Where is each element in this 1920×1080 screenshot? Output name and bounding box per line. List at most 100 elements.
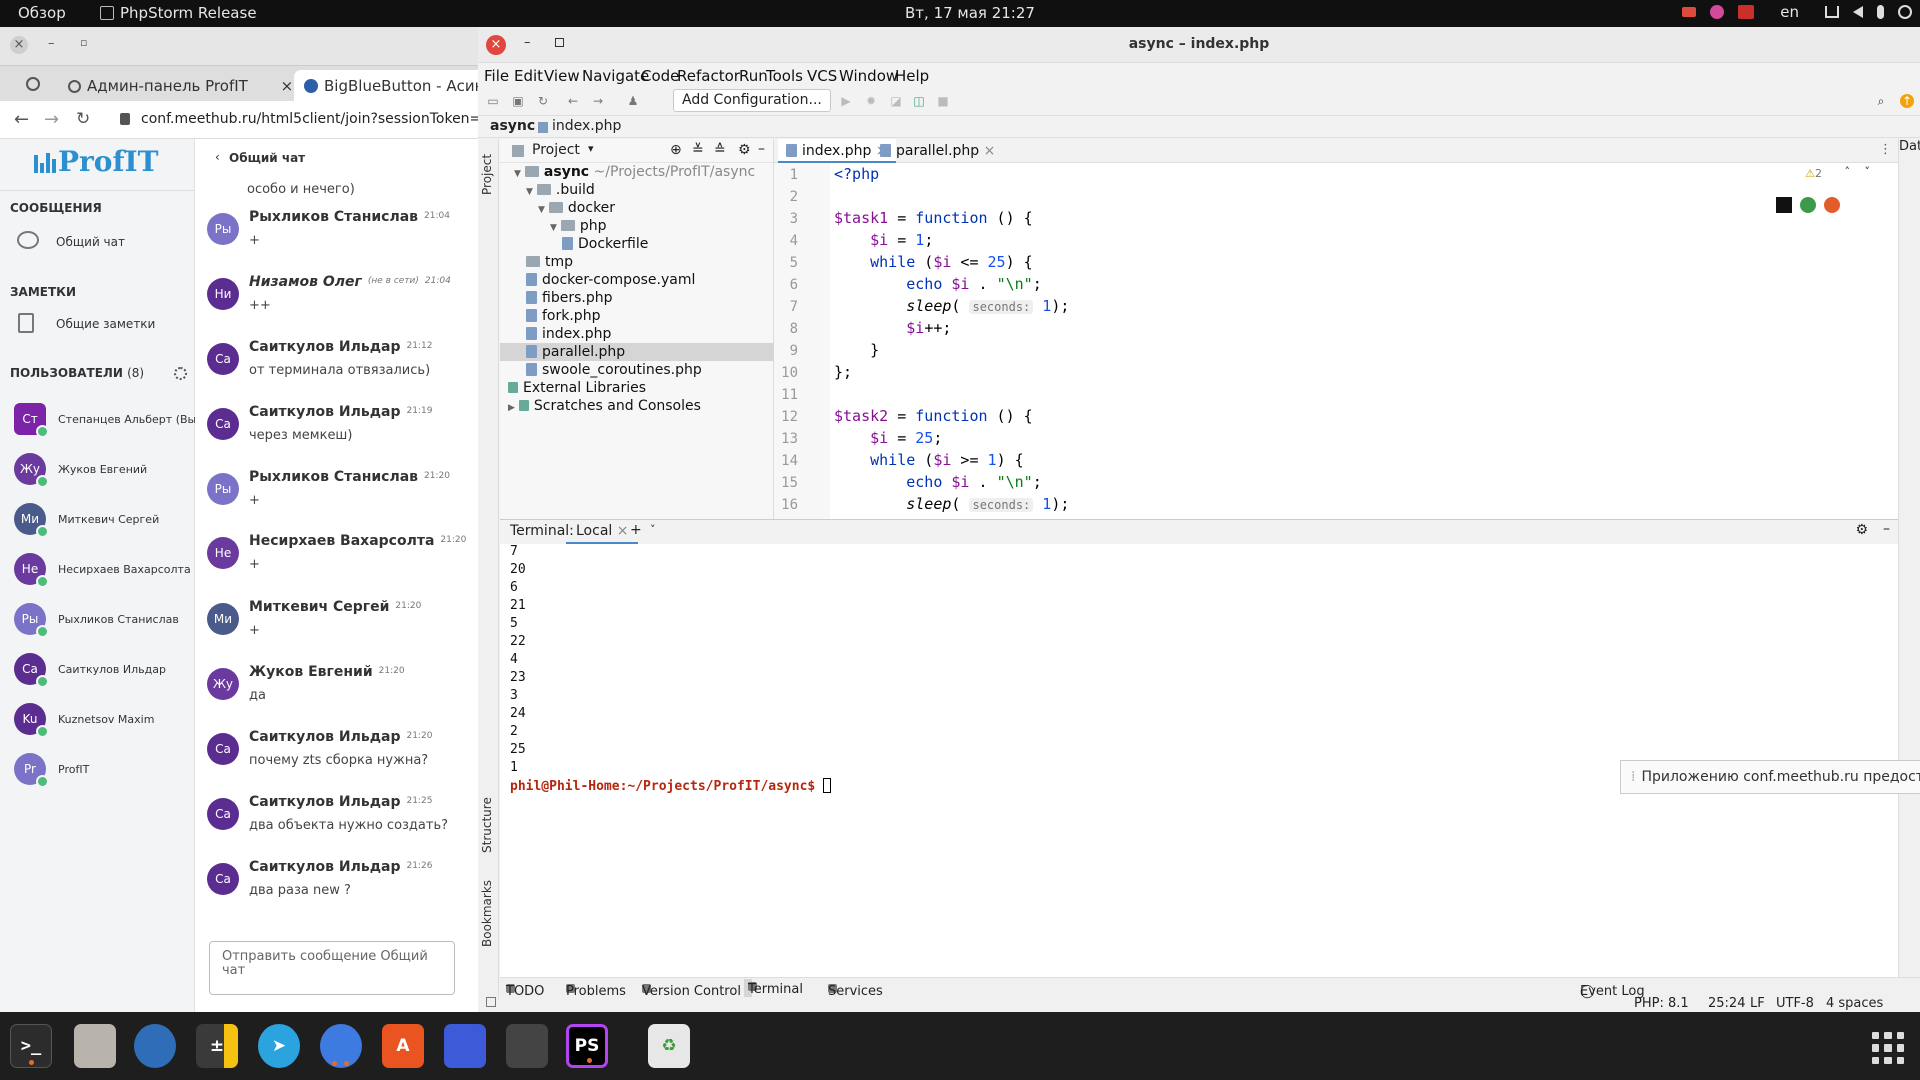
- url-field[interactable]: conf.meethub.ru/html5client/join?session…: [141, 111, 478, 127]
- terminal-app-icon[interactable]: >_: [10, 1024, 52, 1068]
- run-icon[interactable]: ▶: [839, 94, 853, 108]
- updates-icon[interactable]: ↑: [1900, 94, 1914, 108]
- chevron-down-icon[interactable]: ▼: [550, 223, 557, 233]
- tree-node[interactable]: docker-compose.yaml: [500, 271, 774, 289]
- tree-node[interactable]: swoole_coroutines.php: [500, 361, 774, 379]
- user-list-item[interactable]: Са Саиткулов Ильдар: [14, 653, 194, 689]
- coverage-icon[interactable]: ◪: [889, 94, 903, 108]
- database-tool-button[interactable]: Database: [1899, 139, 1920, 154]
- phpstorm-preview-icon[interactable]: [1776, 197, 1792, 213]
- menu-vcs[interactable]: VCS: [807, 67, 837, 85]
- status-square-icon[interactable]: [486, 997, 496, 1007]
- chevron-down-icon[interactable]: ˅: [650, 523, 656, 536]
- user-list-item[interactable]: Ры Рыхликов Станислав: [14, 603, 194, 639]
- file-encoding[interactable]: UTF-8: [1776, 996, 1814, 1011]
- code-area[interactable]: <?php $task1 = function () { $i = 1; whi…: [834, 163, 1894, 519]
- chromium-app-icon[interactable]: [320, 1024, 362, 1068]
- menu-file[interactable]: File: [484, 67, 509, 85]
- screencast-icon[interactable]: [1738, 5, 1755, 19]
- chevron-left-icon[interactable]: ‹: [215, 150, 220, 164]
- trash-icon[interactable]: ♻: [648, 1024, 690, 1068]
- chevron-right-icon[interactable]: ▶: [508, 403, 515, 413]
- terminal-tab-local[interactable]: Local ×: [566, 520, 639, 544]
- bookmarks-tool-button[interactable]: Bookmarks: [480, 880, 494, 947]
- menu-window[interactable]: Window: [839, 67, 898, 85]
- clock[interactable]: Вт, 17 мая 21:27: [905, 4, 1035, 22]
- collapse-all-icon[interactable]: ≙: [714, 142, 726, 158]
- tree-node[interactable]: fork.php: [500, 307, 774, 325]
- locate-icon[interactable]: ⊕: [670, 142, 682, 158]
- browser-tab-bigbluebutton[interactable]: BigBlueButton - Асин: [294, 70, 478, 102]
- hide-panel-icon[interactable]: –: [758, 141, 765, 157]
- tree-node[interactable]: ▼ .build: [500, 181, 774, 199]
- chevron-down-icon[interactable]: ▼: [514, 169, 521, 179]
- language-indicator[interactable]: en: [1780, 3, 1799, 21]
- activities-button[interactable]: Обзор: [18, 4, 66, 22]
- stop-icon[interactable]: ■: [936, 94, 950, 108]
- minimize-window-icon[interactable]: –: [48, 36, 55, 51]
- menu-code[interactable]: Code: [641, 67, 679, 85]
- sync-icon[interactable]: ↻: [536, 94, 550, 108]
- project-view-label[interactable]: Project: [532, 142, 580, 158]
- user-list-item[interactable]: Pr ProfIT: [14, 753, 194, 789]
- network-icon[interactable]: [1825, 6, 1839, 18]
- browser-tab-admin[interactable]: Админ-панель ProfIT ×: [58, 70, 303, 102]
- tree-node[interactable]: ▼ docker: [500, 199, 774, 217]
- menu-view[interactable]: View: [544, 67, 580, 85]
- show-apps-icon[interactable]: [1872, 1032, 1904, 1064]
- tree-node[interactable]: ▼ async ~/Projects/ProfIT/async: [500, 163, 774, 181]
- menu-edit[interactable]: Edit: [514, 67, 543, 85]
- firefox-preview-icon[interactable]: [1824, 197, 1840, 213]
- tree-node[interactable]: parallel.php: [500, 343, 774, 361]
- profile-icon[interactable]: ◫: [912, 94, 926, 108]
- project-tool-button[interactable]: Project: [480, 154, 494, 195]
- nav-back-icon[interactable]: ←: [566, 94, 580, 108]
- notification-balloon[interactable]: ⁞ Приложению conf.meethub.ru предостав: [1620, 760, 1920, 794]
- telegram-app-icon[interactable]: ➤: [258, 1024, 300, 1068]
- chrome-preview-icon[interactable]: [1800, 197, 1816, 213]
- php-version[interactable]: PHP: 8.1: [1634, 996, 1689, 1011]
- calculator-app-icon[interactable]: ±: [196, 1024, 238, 1068]
- chevron-down-icon[interactable]: ▼: [526, 187, 533, 197]
- menu-help[interactable]: Help: [895, 67, 929, 85]
- user-list-item[interactable]: Ku Kuznetsov Maxim: [14, 703, 194, 739]
- lock-icon[interactable]: [120, 113, 130, 125]
- gear-icon[interactable]: ⚙: [1855, 522, 1868, 538]
- indent-setting[interactable]: 4 spaces: [1826, 996, 1883, 1011]
- add-configuration-button[interactable]: Add Configuration...: [673, 89, 831, 112]
- menu-run[interactable]: Run: [739, 67, 768, 85]
- save-icon[interactable]: ▣: [511, 94, 525, 108]
- hide-panel-icon[interactable]: –: [1883, 521, 1890, 537]
- prev-highlight-icon[interactable]: ˄: [1845, 165, 1851, 178]
- menu-tools[interactable]: Tools: [766, 67, 803, 85]
- microphone-icon[interactable]: [1877, 5, 1884, 19]
- close-window-icon[interactable]: ×: [10, 36, 28, 54]
- tree-node[interactable]: index.php: [500, 325, 774, 343]
- tool-tab-terminal[interactable]: Terminal: [744, 979, 803, 997]
- tree-node[interactable]: tmp: [500, 253, 774, 271]
- camera-icon[interactable]: [1682, 7, 1697, 17]
- breadcrumb-project[interactable]: async: [490, 118, 535, 134]
- thunderbird-app-icon[interactable]: [134, 1024, 176, 1068]
- tree-node[interactable]: ▼ php: [500, 217, 774, 235]
- users-settings-icon[interactable]: [174, 367, 187, 380]
- vcs-user-icon[interactable]: ♟: [626, 94, 640, 108]
- breadcrumb-file[interactable]: index.php: [552, 118, 621, 134]
- phpstorm-dock-icon[interactable]: PS: [566, 1024, 608, 1068]
- close-tab-icon[interactable]: ×: [617, 523, 629, 539]
- restore-window-icon[interactable]: ▫: [80, 36, 87, 49]
- tree-node[interactable]: ▶ Scratches and Consoles: [500, 397, 774, 415]
- editor-tab-parallel[interactable]: parallel.php ×: [872, 139, 1003, 163]
- files-app-icon[interactable]: [74, 1024, 116, 1068]
- power-icon[interactable]: [1898, 5, 1912, 19]
- nav-forward-icon[interactable]: →: [591, 94, 605, 108]
- open-folder-icon[interactable]: ▭: [486, 94, 500, 108]
- menu-navigate[interactable]: Navigate: [582, 67, 649, 85]
- gear-icon[interactable]: ⚙: [738, 142, 751, 158]
- user-list-item[interactable]: Жу Жуков Евгений: [14, 453, 194, 489]
- caret-position[interactable]: 25:24: [1708, 996, 1745, 1011]
- debug-icon[interactable]: ✹: [864, 94, 878, 108]
- video-app-icon[interactable]: [506, 1024, 548, 1068]
- more-tabs-icon[interactable]: ⋮: [1879, 142, 1892, 157]
- forward-icon[interactable]: →: [44, 109, 59, 130]
